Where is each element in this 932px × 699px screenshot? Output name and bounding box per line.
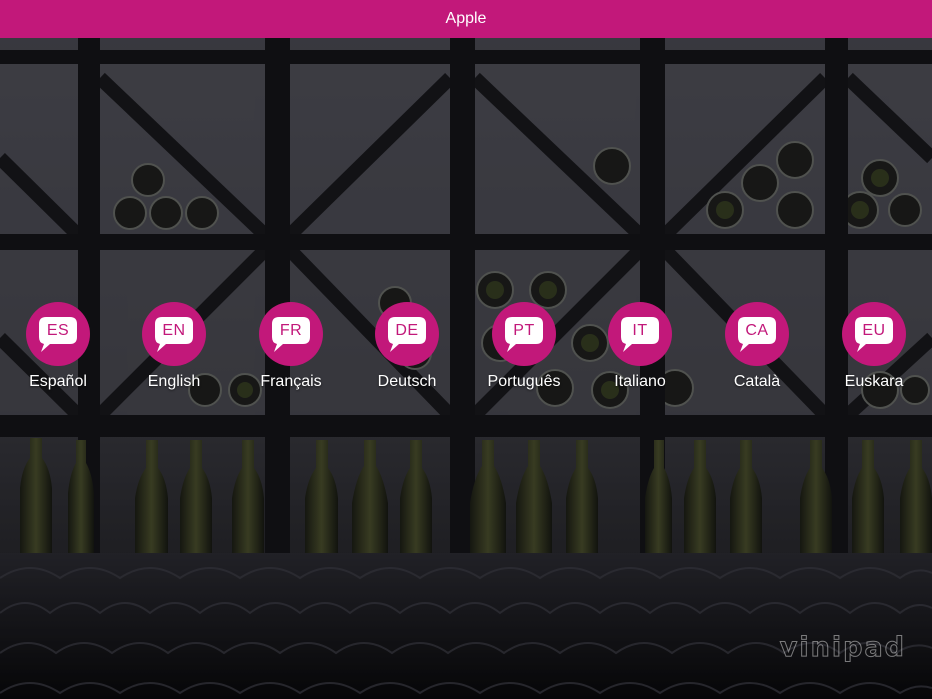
language-option-es[interactable]: ES Español <box>0 302 116 391</box>
speech-bubble-icon: CA <box>725 302 789 366</box>
language-label: Català <box>733 373 781 390</box>
language-option-fr[interactable]: FR Français <box>233 302 349 391</box>
language-option-ca[interactable]: CA Català <box>699 302 815 391</box>
language-option-de[interactable]: DE Deutsch <box>349 302 465 391</box>
language-option-eu[interactable]: EU Euskara <box>816 302 932 391</box>
language-option-en[interactable]: EN English <box>116 302 232 391</box>
language-label: Euskara <box>844 373 904 390</box>
language-label: English <box>147 373 201 390</box>
language-label: Italiano <box>614 373 666 390</box>
language-code: DE <box>395 322 419 339</box>
language-label: Deutsch <box>377 373 437 390</box>
speech-bubble-icon: IT <box>608 302 672 366</box>
speech-bubble-icon: DE <box>375 302 439 366</box>
speech-bubble-icon: EN <box>142 302 206 366</box>
language-label: Português <box>487 373 561 390</box>
language-list: ES Español EN English FR Français DE Deutsch PT P… <box>0 302 932 402</box>
speech-bubble-icon: PT <box>492 302 556 366</box>
top-bar: Apple <box>0 0 932 38</box>
vinipad-watermark: vinipad <box>779 632 906 664</box>
speech-bubble-icon: ES <box>26 302 90 366</box>
language-code: EN <box>162 322 186 339</box>
language-code: IT <box>632 322 648 339</box>
language-label: Español <box>29 373 87 390</box>
language-selection-screen: Apple ES Español EN English FR Français … <box>0 0 932 699</box>
app-title: Apple <box>445 10 487 27</box>
language-code: PT <box>513 322 535 339</box>
language-option-it[interactable]: IT Italiano <box>582 302 698 391</box>
language-code: FR <box>279 322 303 339</box>
language-code: EU <box>862 322 886 339</box>
speech-bubble-icon: EU <box>842 302 906 366</box>
language-option-pt[interactable]: PT Português <box>466 302 582 391</box>
language-code: ES <box>46 322 70 339</box>
language-label: Français <box>260 373 322 390</box>
speech-bubble-icon: FR <box>259 302 323 366</box>
language-code: CA <box>745 322 769 339</box>
